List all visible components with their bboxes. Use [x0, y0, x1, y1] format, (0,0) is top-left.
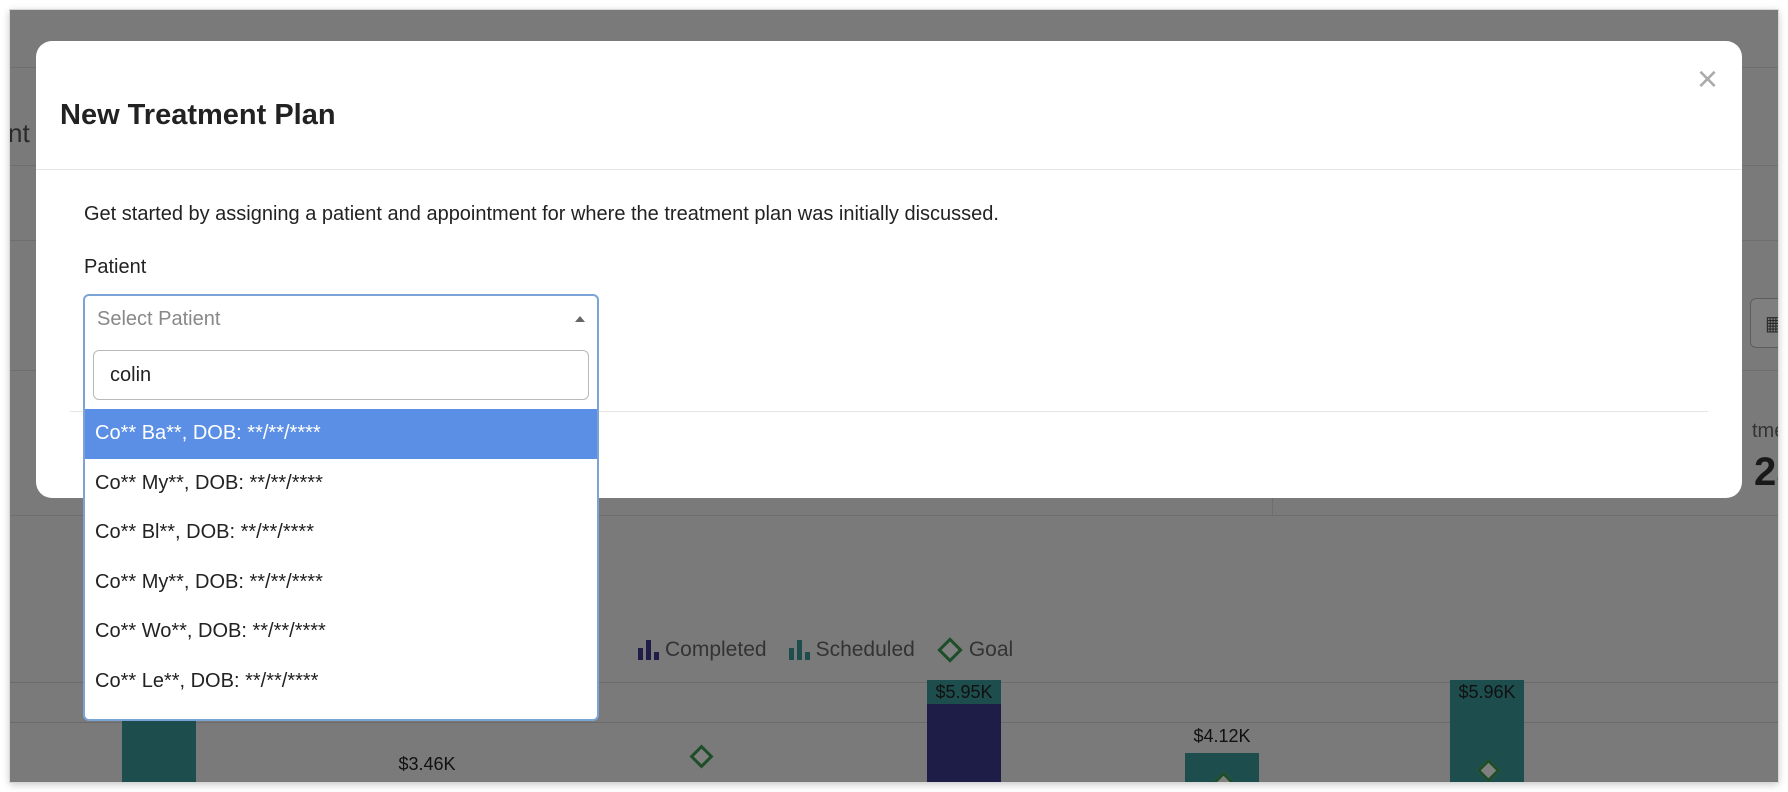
patient-label: Patient: [84, 256, 147, 278]
select-placeholder: Select Patient: [97, 308, 221, 330]
patient-dropdown: Co** Ba**, DOB: **/**/**** Co** My**, DO…: [83, 343, 599, 721]
patient-result-item[interactable]: Co** Le**, DOB: **/**/****: [85, 657, 597, 707]
modal-title: New Treatment Plan: [60, 99, 336, 131]
close-icon[interactable]: ×: [1697, 61, 1718, 97]
patient-result-item[interactable]: Co** Ba**, DOB: **/**/****: [85, 409, 597, 459]
modal-divider: [36, 169, 1742, 170]
patient-result-item[interactable]: Co** My**, DOB: **/**/****: [85, 558, 597, 608]
screenshot-frame: nt ▦ tme 25 Completed Scheduled Goal: [10, 10, 1778, 782]
modal-description: Get started by assigning a patient and a…: [84, 203, 999, 225]
patient-result-item[interactable]: Co** Bl**, DOB: **/**/****: [85, 508, 597, 558]
patient-result-item[interactable]: Co** Wo**, DOB: **/**/****: [85, 607, 597, 657]
patient-result-item[interactable]: Co** My**, DOB: **/**/****: [85, 459, 597, 509]
patient-results-list: Co** Ba**, DOB: **/**/**** Co** My**, DO…: [85, 409, 597, 706]
caret-up-icon: [575, 316, 585, 322]
patient-select[interactable]: Select Patient: [83, 294, 599, 344]
patient-search-input[interactable]: [93, 350, 589, 400]
